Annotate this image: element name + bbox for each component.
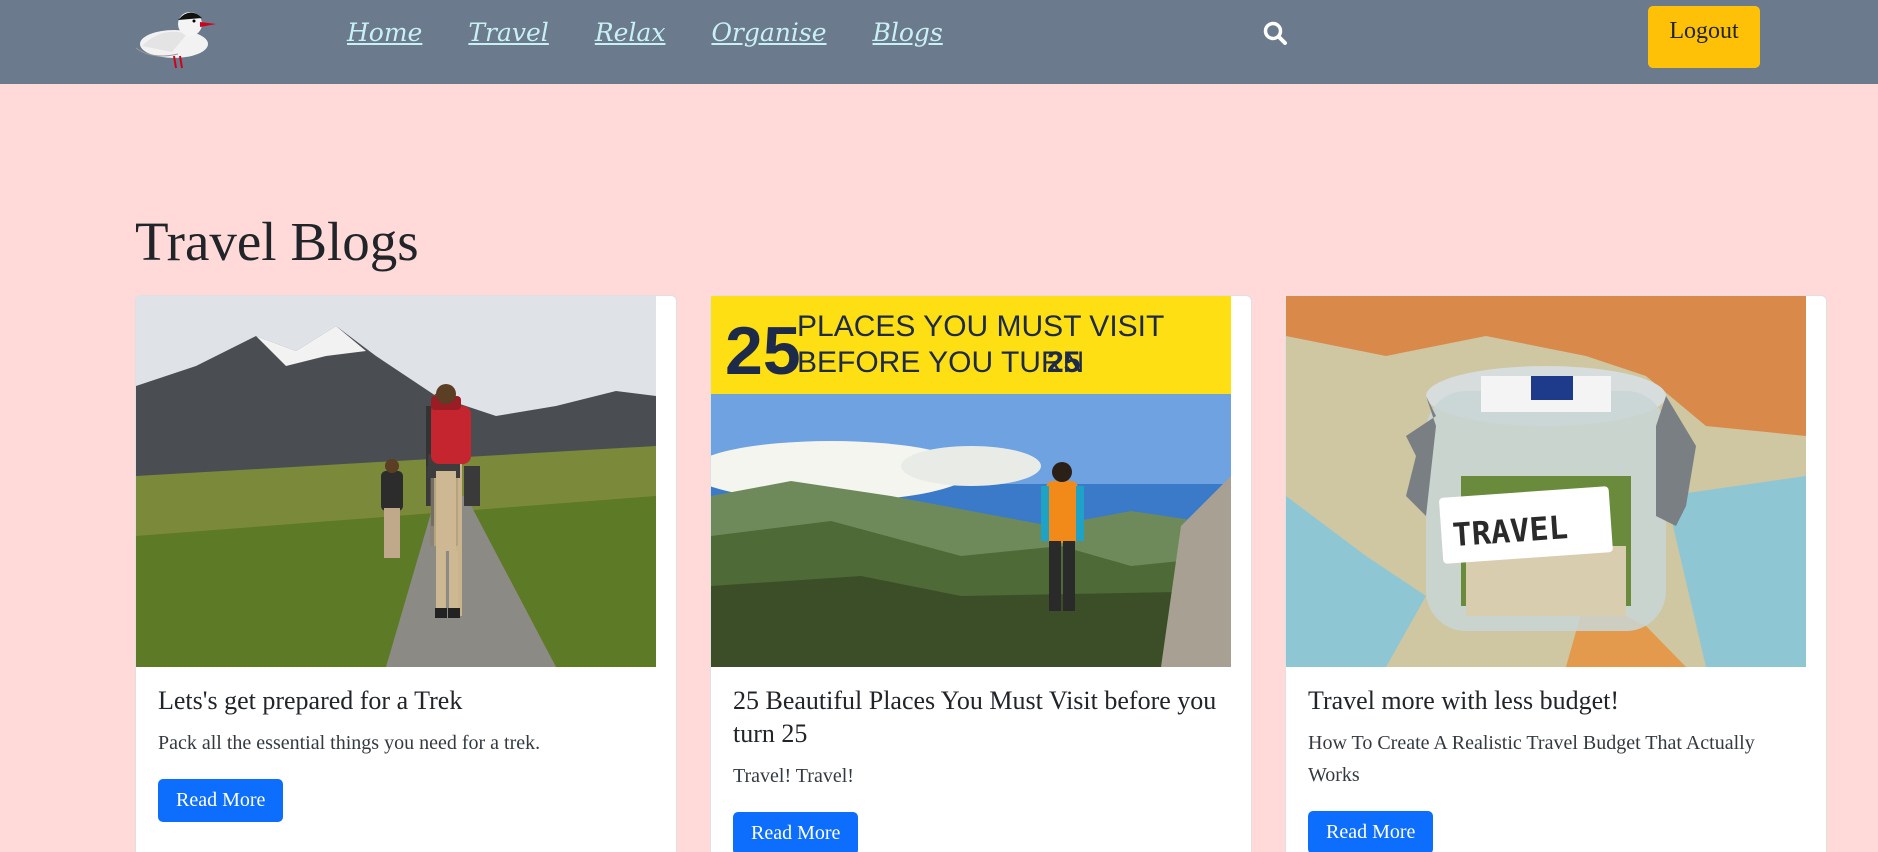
logout-button[interactable]: Logout [1648, 6, 1760, 68]
blog-card-25-places: 25 PLACES YOU MUST VISIT BEFORE YOU TURN… [710, 295, 1252, 852]
card-title: Lets's get prepared for a Trek [158, 686, 463, 715]
card-text: Travel! Travel! [733, 765, 854, 787]
bird-logo-icon[interactable] [132, 4, 222, 70]
trek-image [136, 296, 656, 667]
travel-jar-image: TRAVEL [1286, 296, 1806, 667]
25-places-image: 25 PLACES YOU MUST VISIT BEFORE YOU TURN… [711, 296, 1231, 667]
blog-card-trek: Lets's get prepared for a Trek Pack all … [135, 295, 677, 852]
banner-number-2: 25 [1047, 346, 1080, 379]
read-more-button[interactable]: Read More [158, 779, 284, 822]
banner-line-2: BEFORE YOU TURN [797, 346, 1084, 379]
search-icon[interactable] [1262, 20, 1288, 46]
blog-card-budget: TRAVEL Travel more with less budget! How… [1285, 295, 1827, 852]
nav-link-organise[interactable]: Organise [711, 18, 826, 47]
nav-link-travel[interactable]: Travel [468, 18, 548, 47]
banner-number: 25 [725, 313, 801, 389]
page-title: Travel Blogs [135, 211, 419, 272]
nav-link-home[interactable]: Home [347, 18, 422, 47]
read-more-button[interactable]: Read More [1308, 811, 1434, 852]
card-body: 25 Beautiful Places You Must Visit befor… [733, 684, 1223, 852]
jar-label-text: TRAVEL [1451, 508, 1569, 554]
card-text: Pack all the essential things you need f… [158, 732, 541, 754]
card-body: Lets's get prepared for a Trek Pack all … [158, 684, 648, 822]
nav-link-relax[interactable]: Relax [595, 18, 666, 47]
card-title: Travel more with less budget! [1308, 686, 1619, 715]
top-navbar: Home Travel Relax Organise Blogs Logout [0, 0, 1878, 84]
read-more-button[interactable]: Read More [733, 812, 859, 852]
card-body: Travel more with less budget! How To Cre… [1308, 684, 1798, 852]
nav-links: Home Travel Relax Organise Blogs [347, 18, 989, 47]
nav-link-blogs[interactable]: Blogs [873, 18, 943, 47]
banner-line-1: PLACES YOU MUST VISIT [797, 310, 1164, 343]
card-title: 25 Beautiful Places You Must Visit befor… [733, 686, 1217, 748]
card-text: How To Create A Realistic Travel Budget … [1308, 732, 1755, 786]
